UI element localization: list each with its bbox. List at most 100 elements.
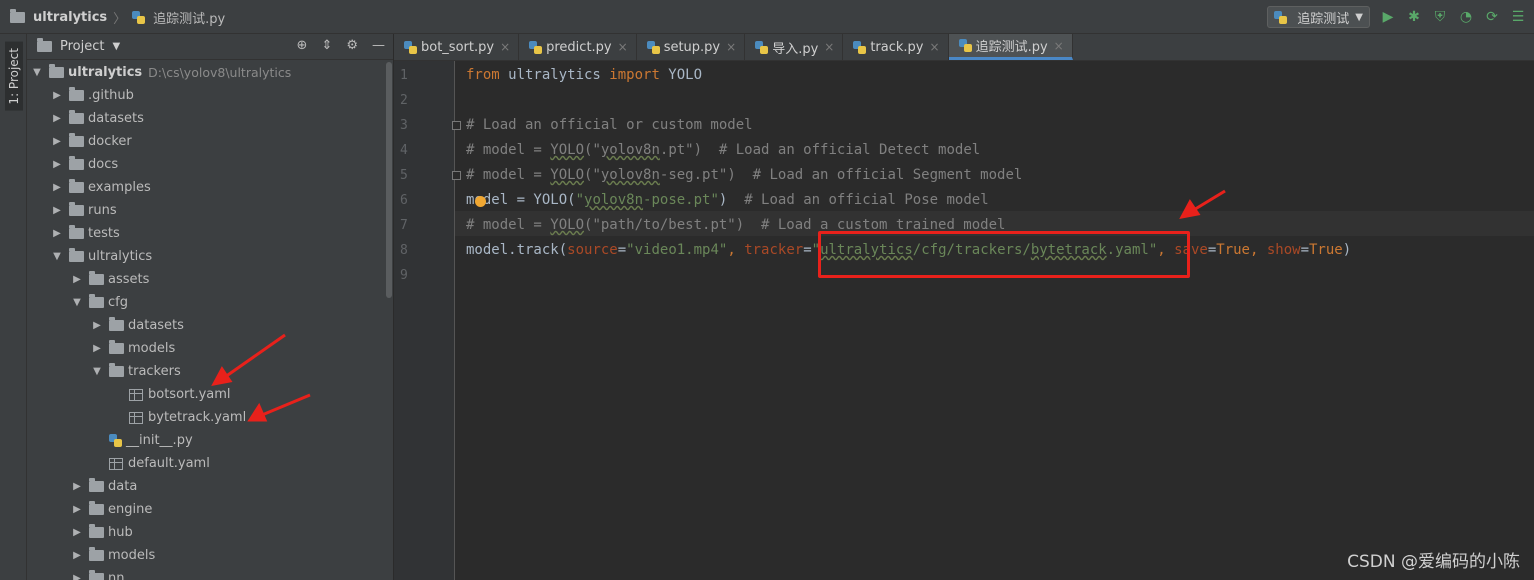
editor-tab-label: bot_sort.py	[421, 39, 495, 55]
chevron-down-icon[interactable]: ▼	[31, 61, 43, 84]
tree-item[interactable]: ▼ ultralytics	[51, 245, 152, 268]
collapse-icon[interactable]: ⇕	[321, 38, 332, 53]
editor-tab[interactable]: 导入.py ×	[745, 34, 844, 60]
chevron-right-icon[interactable]: ▶	[71, 521, 83, 544]
chevron-right-icon[interactable]: ▶	[91, 337, 103, 360]
chevron-right-icon[interactable]: ▶	[51, 176, 63, 199]
tree-item[interactable]: ▶ docs	[51, 153, 118, 176]
editor-tab[interactable]: bot_sort.py ×	[394, 34, 520, 60]
tree-item[interactable]: ▶ data	[71, 475, 137, 498]
folder-icon	[69, 179, 84, 193]
tree-item[interactable]: ▶ models	[91, 337, 175, 360]
chevron-down-icon[interactable]: ▼	[91, 360, 103, 383]
run-config-select[interactable]: 追踪测试 ▼	[1267, 6, 1370, 28]
editor-tab[interactable]: 追踪测试.py ×	[948, 34, 1073, 60]
tree-item[interactable]: ▶ examples	[51, 176, 151, 199]
tree-item[interactable]: __init__.py	[91, 429, 193, 452]
folder-icon	[89, 501, 104, 515]
tree-item[interactable]: bytetrack.yaml	[111, 406, 246, 429]
gear-icon[interactable]: ⚙	[346, 38, 358, 53]
close-icon[interactable]: ×	[726, 40, 736, 54]
tree-item[interactable]: ▶ nn	[71, 567, 124, 580]
close-icon[interactable]: ×	[930, 40, 940, 54]
minimize-icon[interactable]: —	[372, 38, 385, 53]
yaml-file-icon	[109, 457, 123, 470]
folder-icon	[10, 9, 25, 23]
tree-item-label: models	[108, 548, 156, 563]
tree-item-label: trackers	[128, 364, 181, 379]
chevron-right-icon[interactable]: ▶	[51, 130, 63, 153]
editor-tab[interactable]: setup.py ×	[637, 34, 746, 60]
folder-icon	[69, 156, 84, 170]
tree-item-label: .github	[88, 88, 134, 103]
chevron-right-icon[interactable]: ▶	[91, 314, 103, 337]
tree-item[interactable]: ▶ datasets	[51, 107, 144, 130]
python-file-icon	[1274, 10, 1288, 24]
chevron-right-icon[interactable]: ▶	[51, 107, 63, 130]
close-icon[interactable]: ×	[824, 40, 834, 54]
breadcrumb-separator: 〉	[113, 12, 127, 27]
concurrency-icon[interactable]: ⟳	[1484, 9, 1500, 25]
project-panel-title: Project	[60, 39, 105, 54]
profile-icon[interactable]: ◔	[1458, 9, 1474, 25]
close-icon[interactable]: ×	[1054, 39, 1064, 53]
build-icon[interactable]: ☰	[1510, 9, 1526, 25]
intention-bulb-icon[interactable]	[475, 196, 486, 207]
tree-item-label: assets	[108, 272, 150, 287]
tree-item[interactable]: ▶ models	[71, 544, 155, 567]
tree-item[interactable]: ▶ engine	[71, 498, 152, 521]
tree-item[interactable]: ▶ tests	[51, 222, 120, 245]
chevron-right-icon[interactable]: ▶	[71, 567, 83, 580]
line-number: 1	[400, 68, 408, 83]
project-tree-scrollbar[interactable]	[385, 60, 393, 580]
close-icon[interactable]: ×	[618, 40, 628, 54]
tree-item[interactable]: ▶ .github	[51, 84, 134, 107]
editor-tabs: bot_sort.py × predict.py × setup.py × 导入.py × tr…	[394, 34, 1534, 61]
editor-tab[interactable]: predict.py ×	[519, 34, 637, 60]
folder-icon	[69, 202, 84, 216]
run-toolbar: 追踪测试 ▼ ▶ ✱ ⛨ ◔ ⟳ ☰	[1267, 6, 1526, 28]
tree-item[interactable]: ▼ trackers	[91, 360, 181, 383]
close-icon[interactable]: ×	[500, 40, 510, 54]
editor-tab[interactable]: track.py ×	[843, 34, 949, 60]
breadcrumb-project[interactable]: ultralytics	[33, 10, 107, 25]
run-icon[interactable]: ▶	[1380, 9, 1396, 25]
chevron-down-icon[interactable]: ▼	[51, 245, 63, 268]
code-editor[interactable]: 1 2 3 4 5 6 7 8 9 from ultralytics import YOLO #…	[394, 61, 1534, 580]
chevron-right-icon[interactable]: ▶	[51, 222, 63, 245]
tool-window-strip: 1: Project	[0, 34, 27, 580]
tree-item[interactable]: ▶ hub	[71, 521, 133, 544]
chevron-right-icon[interactable]: ▶	[51, 84, 63, 107]
debug-icon[interactable]: ✱	[1406, 9, 1422, 25]
chevron-right-icon[interactable]: ▶	[71, 544, 83, 567]
fold-marker[interactable]	[452, 171, 461, 180]
tree-item[interactable]: ▶ assets	[71, 268, 149, 291]
tree-item[interactable]: ▶ runs	[51, 199, 117, 222]
chevron-right-icon[interactable]: ▶	[51, 199, 63, 222]
breadcrumb-file[interactable]: 追踪测试.py	[153, 8, 225, 27]
tree-item[interactable]: ▶ docker	[51, 130, 132, 153]
tree-item[interactable]: default.yaml	[91, 452, 210, 475]
chevron-down-icon[interactable]: ▼	[71, 291, 83, 314]
coverage-icon[interactable]: ⛨	[1432, 9, 1448, 25]
yaml-file-icon	[129, 388, 143, 401]
project-view-selector[interactable]: Project ▼	[37, 38, 120, 54]
tree-item[interactable]: ▼ cfg	[71, 291, 128, 314]
project-tool-tab[interactable]: 1: Project	[5, 42, 23, 111]
scrollbar-thumb[interactable]	[386, 62, 392, 298]
line-gutter: 1 2 3 4 5 6 7 8 9	[394, 61, 455, 580]
chevron-right-icon[interactable]: ▶	[71, 498, 83, 521]
tree-item[interactable]: botsort.yaml	[111, 383, 231, 406]
editor-tab-label: predict.py	[546, 39, 612, 55]
chevron-right-icon[interactable]: ▶	[71, 268, 83, 291]
code-line-6: model = YOLO("yolov8n-pose.pt") # Load a…	[466, 192, 989, 208]
locate-icon[interactable]: ⊕	[297, 38, 308, 53]
tree-item-label: cfg	[108, 295, 128, 310]
tree-item[interactable]: ▶ datasets	[91, 314, 184, 337]
chevron-right-icon[interactable]: ▶	[71, 475, 83, 498]
tree-item-label: models	[128, 341, 176, 356]
tree-item[interactable]: ▼ ultralytics D:\cs\yolov8\ultralytics	[31, 61, 291, 84]
code-line-5: # model = YOLO("yolov8n-seg.pt") # Load …	[466, 167, 1023, 183]
chevron-right-icon[interactable]: ▶	[51, 153, 63, 176]
fold-marker[interactable]	[452, 121, 461, 130]
